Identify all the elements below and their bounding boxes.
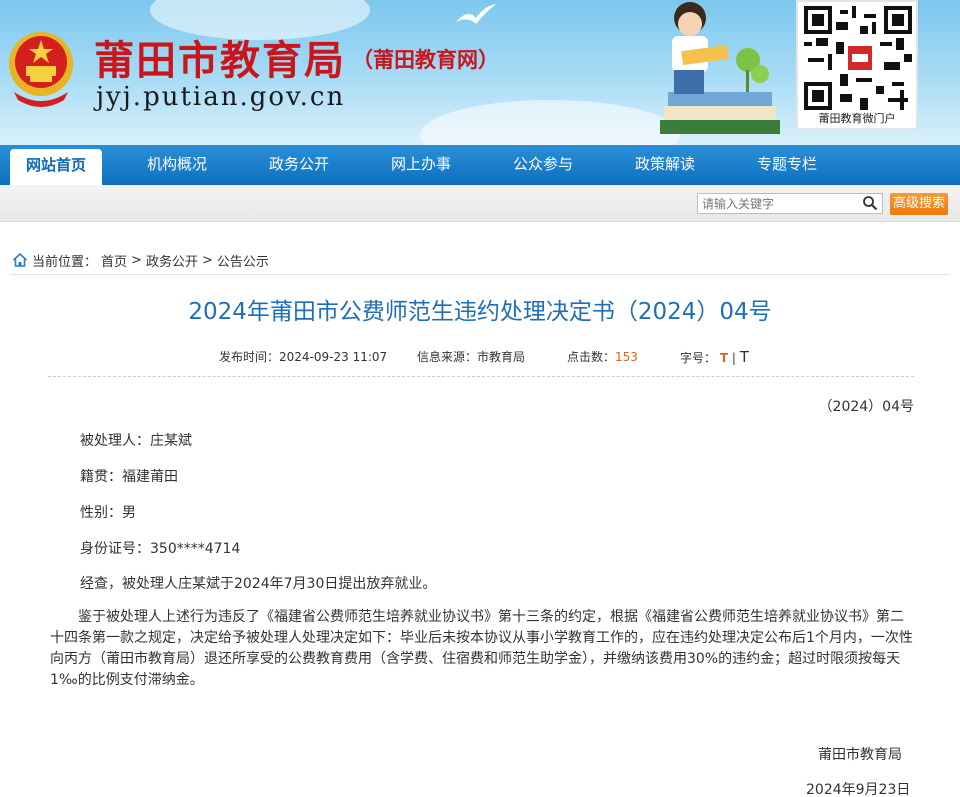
info-source-value: 市教育局 [477,350,526,364]
document-number: （2024）04号 [818,399,914,415]
field-gender: 性别：男 [80,505,136,521]
publish-time-value: 2024-09-23 11:07 [279,350,388,364]
search-input[interactable] [697,193,883,214]
breadcrumb-prefix: 当前位置： [32,254,98,270]
field-id-number: 身份证号：350****4714 [80,541,241,557]
home-icon [12,252,28,267]
article-title: 2024年莆田市公费师范生违约处理决定书（2024）04号 [188,299,772,325]
advanced-search-button[interactable]: 高级搜索 [890,193,948,215]
signer: 莆田市教育局 [818,747,902,763]
info-source: 信息来源：市教育局 [417,348,525,365]
site-domain: jyj.putian.gov.cn [96,82,346,112]
publish-time: 发布时间：2024-09-23 11:07 [219,348,387,365]
hit-count-label: 点击数： [567,350,616,364]
field-person: 被处理人：庄某斌 [80,433,192,449]
nav-item-home[interactable]: 网站首页 [10,149,102,187]
info-source-label: 信息来源： [417,350,478,364]
sign-date: 2024年9月23日 [806,782,911,797]
nav-item-government-affairs[interactable]: 政务公开 [244,145,354,185]
breadcrumb-announcements[interactable]: 公告公示 [217,251,269,270]
qr-code-icon [804,6,912,110]
child-reading-illustration [660,2,780,134]
breadcrumb-home[interactable]: 首页 [101,251,127,270]
font-large-button[interactable]: T [720,351,728,365]
font-size-separator: | [731,351,736,365]
hit-count-value: 153 [615,350,638,364]
breadcrumb-government-affairs[interactable]: 政务公开 [146,251,198,270]
nav-item-online-services[interactable]: 网上办事 [366,145,476,185]
nav-item-public-participation[interactable]: 公众参与 [488,145,598,185]
site-banner: 莆田市教育局 （莆田教育网） jyj.putian.gov.cn 莆田教育微门户 [0,0,960,145]
dashed-divider [48,376,914,377]
hit-count: 点击数：153 [567,348,638,365]
font-size-label: 字号： [680,351,717,365]
font-size-control: 字号： T | T [680,348,749,366]
nav-item-organization[interactable]: 机构概况 [122,145,232,185]
breadcrumb: 当前位置： 首页 > 政务公开 > 公告公示 [12,250,273,270]
search-icon[interactable] [862,195,878,211]
font-small-button[interactable]: T [740,348,749,366]
breadcrumb-separator: > [131,252,142,268]
nav-item-special-topics[interactable]: 专题专栏 [732,145,842,185]
publish-time-label: 发布时间： [219,350,280,364]
field-origin: 籍贯：福建莆田 [80,469,178,485]
divider [10,274,950,275]
seagull-icon [456,4,496,24]
finding-paragraph: 经查，被处理人庄某斌于2024年7月30日提出放弃就业。 [80,576,437,592]
site-title: 莆田市教育局 [94,37,346,84]
breadcrumb-separator: > [201,252,213,268]
nav-item-policy-interpretation[interactable]: 政策解读 [610,145,720,185]
qr-code: 莆田教育微门户 [796,0,918,130]
qr-label: 莆田教育微门户 [818,112,896,125]
site-subtitle: （莆田教育网） [352,47,499,72]
decision-paragraph: 鉴于被处理人上述行为违反了《福建省公费师范生培养就业协议书》第十三条的约定，根据… [50,609,913,688]
main-nav: 网站首页 机构概况 政务公开 网上办事 公众参与 政策解读 专题专栏 [0,145,960,187]
national-emblem-icon [9,32,73,107]
